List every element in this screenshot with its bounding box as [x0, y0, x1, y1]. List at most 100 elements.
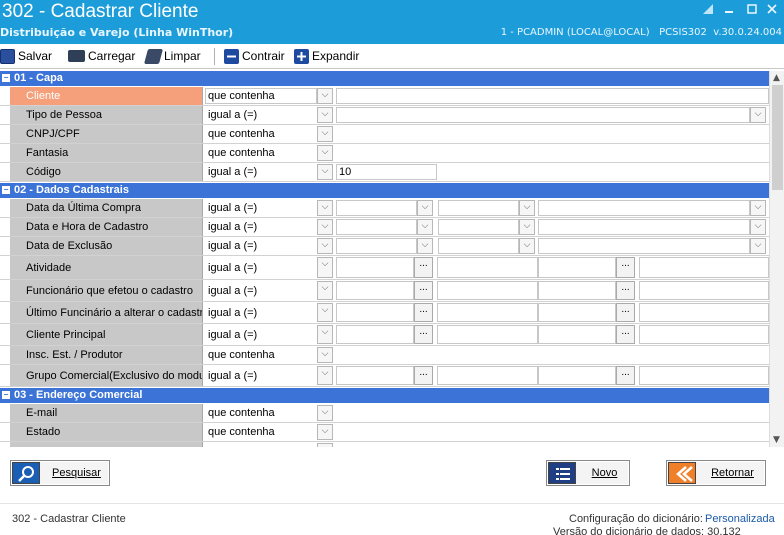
- chevron-down-icon[interactable]: ⌵: [317, 88, 333, 104]
- collapse-button[interactable]: Contrair: [224, 47, 285, 65]
- ellipsis-button[interactable]: ...: [414, 257, 433, 278]
- chevron-down-icon[interactable]: ⌵: [750, 200, 766, 216]
- operator-select-estado[interactable]: que contenha: [205, 424, 317, 440]
- operator-select-tipo-pessoa[interactable]: igual a (=): [205, 107, 317, 123]
- value-to-cliente-principal[interactable]: [538, 325, 616, 344]
- value-to-desc-atividade[interactable]: [639, 257, 769, 278]
- operator-select-cnpj[interactable]: que contenha: [205, 126, 317, 142]
- value-input-cliente[interactable]: [336, 88, 769, 104]
- chevron-down-icon[interactable]: ⌵: [317, 200, 333, 216]
- operator-select-insc-est[interactable]: que contenha: [205, 347, 317, 363]
- date-to-data-exclusao[interactable]: [538, 238, 750, 254]
- operator-select-cliente[interactable]: que contenha: [205, 88, 317, 104]
- scrollbar-thumb[interactable]: [772, 85, 783, 190]
- collapse-section-icon[interactable]: −: [2, 74, 10, 82]
- value-from-cliente-principal[interactable]: [336, 325, 414, 344]
- value-input-fantasia[interactable]: [336, 145, 769, 161]
- chevron-down-icon[interactable]: ⌵: [417, 219, 433, 235]
- close-icon[interactable]: [764, 2, 780, 18]
- chevron-down-icon[interactable]: ⌵: [750, 107, 766, 123]
- time-from-data-cadastro[interactable]: [438, 219, 519, 235]
- scroll-down-icon[interactable]: ▼: [773, 435, 780, 445]
- section-dados-header[interactable]: − 02 - Dados Cadastrais: [0, 183, 769, 198]
- search-button[interactable]: Pesquisar: [10, 460, 110, 486]
- ellipsis-button[interactable]: ...: [616, 366, 635, 385]
- ellipsis-button[interactable]: ...: [616, 257, 635, 278]
- ellipsis-button[interactable]: ...: [616, 281, 635, 300]
- operator-select-ultimo-funcionario[interactable]: igual a (=): [205, 303, 317, 322]
- operator-select-data-cadastro[interactable]: igual a (=): [205, 219, 317, 235]
- value-input-estado[interactable]: [336, 424, 769, 440]
- operator-select-atividade[interactable]: igual a (=): [205, 257, 317, 278]
- chevron-down-icon[interactable]: ⌵: [750, 219, 766, 235]
- chevron-down-icon[interactable]: ⌵: [317, 107, 333, 123]
- chevron-down-icon[interactable]: ⌵: [417, 238, 433, 254]
- value-from-desc-funcionario-cadastro[interactable]: [437, 281, 538, 300]
- ellipsis-button[interactable]: ...: [414, 325, 433, 344]
- chevron-down-icon[interactable]: ⌵: [317, 303, 333, 322]
- value-from-grupo-comercial[interactable]: [336, 366, 414, 385]
- scroll-up-icon[interactable]: ▲: [773, 73, 780, 83]
- date-from-data-cadastro[interactable]: [336, 219, 417, 235]
- ellipsis-button[interactable]: ...: [616, 303, 635, 322]
- value-to-desc-grupo-comercial[interactable]: [639, 366, 769, 385]
- clear-button[interactable]: Limpar: [143, 47, 201, 65]
- collapse-section-icon[interactable]: −: [2, 391, 10, 399]
- dictionary-config-link[interactable]: Personalizada: [705, 513, 775, 525]
- ellipsis-button[interactable]: ...: [414, 366, 433, 385]
- value-from-funcionario-cadastro[interactable]: [336, 281, 414, 300]
- date-from-ultima-compra[interactable]: [336, 200, 417, 216]
- chevron-down-icon[interactable]: ⌵: [519, 200, 535, 216]
- new-button[interactable]: Novo: [546, 460, 630, 486]
- ellipsis-button[interactable]: ...: [616, 325, 635, 344]
- chevron-down-icon[interactable]: ⌵: [317, 347, 333, 363]
- value-select-tipo-pessoa[interactable]: [336, 107, 750, 123]
- collapse-section-icon[interactable]: −: [2, 186, 10, 194]
- chevron-down-icon[interactable]: [317, 443, 333, 447]
- restore-icon[interactable]: [700, 2, 716, 18]
- operator-select-codigo[interactable]: igual a (=): [205, 164, 317, 180]
- chevron-down-icon[interactable]: ⌵: [317, 405, 333, 421]
- minimize-icon[interactable]: [721, 2, 737, 18]
- value-to-desc-funcionario-cadastro[interactable]: [639, 281, 769, 300]
- operator-select-grupo-comercial[interactable]: igual a (=): [205, 366, 317, 385]
- operator-select-email[interactable]: que contenha: [205, 405, 317, 421]
- chevron-down-icon[interactable]: ⌵: [519, 238, 535, 254]
- chevron-down-icon[interactable]: ⌵: [519, 219, 535, 235]
- value-to-desc-cliente-principal[interactable]: [639, 325, 769, 344]
- ellipsis-button[interactable]: ...: [414, 303, 433, 322]
- chevron-down-icon[interactable]: ⌵: [317, 164, 333, 180]
- chevron-down-icon[interactable]: ⌵: [317, 257, 333, 278]
- load-button[interactable]: Carregar: [68, 47, 135, 65]
- value-from-atividade[interactable]: [336, 257, 414, 278]
- value-input-codigo-end[interactable]: [437, 164, 769, 180]
- chevron-down-icon[interactable]: ⌵: [750, 238, 766, 254]
- ellipsis-button[interactable]: ...: [414, 281, 433, 300]
- operator-select-data-exclusao[interactable]: igual a (=): [205, 238, 317, 254]
- save-button[interactable]: Salvar: [0, 47, 52, 65]
- value-to-ultimo-funcionario[interactable]: [538, 303, 616, 322]
- chevron-down-icon[interactable]: ⌵: [317, 126, 333, 142]
- value-from-desc-ultimo-funcionario[interactable]: [437, 303, 538, 322]
- section-endereco-header[interactable]: − 03 - Endereço Comercial: [0, 388, 769, 403]
- expand-button[interactable]: Expandir: [294, 47, 359, 65]
- chevron-down-icon[interactable]: ⌵: [317, 145, 333, 161]
- value-from-desc-grupo-comercial[interactable]: [437, 366, 538, 385]
- vertical-scrollbar[interactable]: ▲ ▼: [769, 71, 784, 447]
- date-to-data-cadastro[interactable]: [538, 219, 750, 235]
- time-from-data-exclusao[interactable]: [438, 238, 519, 254]
- value-from-desc-cliente-principal[interactable]: [437, 325, 538, 344]
- value-input-cnpj[interactable]: [336, 126, 769, 142]
- chevron-down-icon[interactable]: ⌵: [317, 219, 333, 235]
- chevron-down-icon[interactable]: ⌵: [317, 325, 333, 344]
- return-button[interactable]: Retornar: [666, 460, 766, 486]
- value-to-funcionario-cadastro[interactable]: [538, 281, 616, 300]
- value-from-ultimo-funcionario[interactable]: [336, 303, 414, 322]
- chevron-down-icon[interactable]: ⌵: [417, 200, 433, 216]
- maximize-icon[interactable]: [744, 2, 760, 18]
- value-to-atividade[interactable]: [538, 257, 616, 278]
- chevron-down-icon[interactable]: ⌵: [317, 366, 333, 385]
- value-from-desc-atividade[interactable]: [437, 257, 538, 278]
- chevron-down-icon[interactable]: ⌵: [317, 424, 333, 440]
- value-to-desc-ultimo-funcionario[interactable]: [639, 303, 769, 322]
